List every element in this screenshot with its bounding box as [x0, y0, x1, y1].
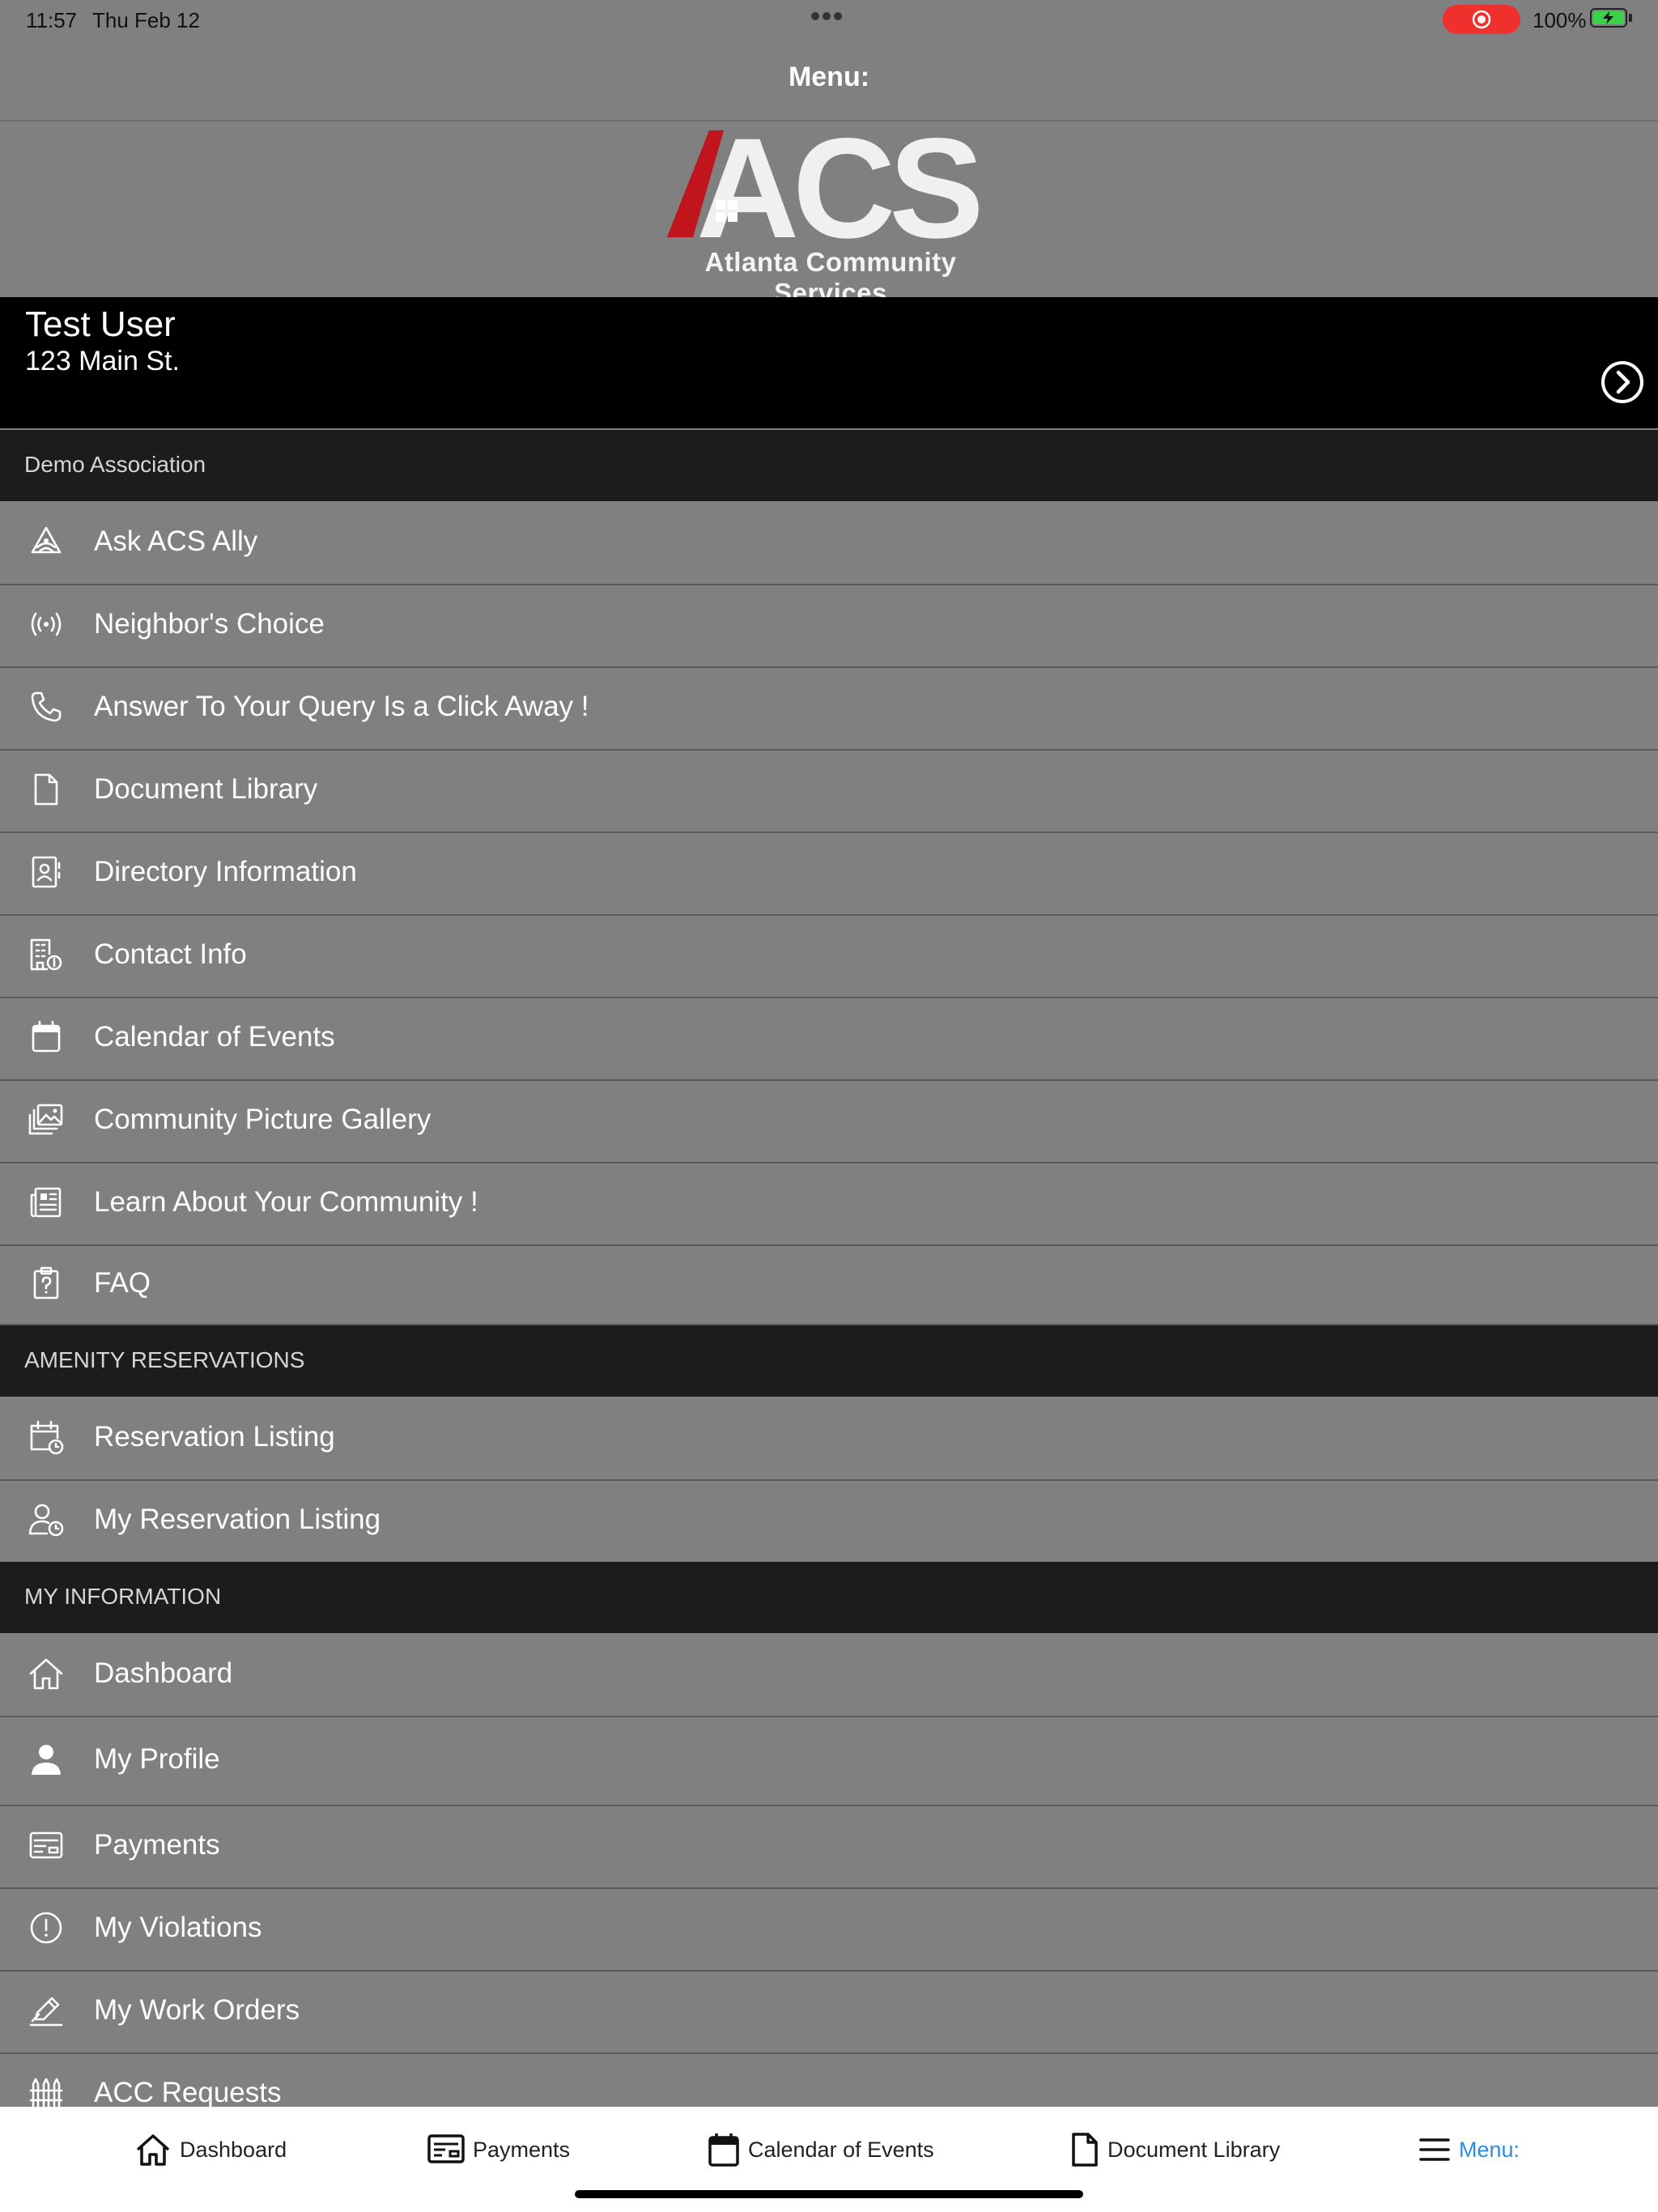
screen-recording-indicator[interactable] — [1443, 5, 1520, 34]
menu-item-label: My Reservation Listing — [94, 1504, 381, 1535]
menu-item-label: Document Library — [94, 773, 318, 805]
menu-item-answer-to-your-query-is-a-click-away[interactable]: Answer To Your Query Is a Click Away ! — [0, 668, 1658, 751]
tab-dashboard[interactable]: Dashboard — [134, 2129, 287, 2170]
menu-item-label: Directory Information — [94, 856, 357, 887]
menu-item-community-picture-gallery[interactable]: Community Picture Gallery — [0, 1081, 1658, 1163]
home-indicator[interactable] — [575, 2190, 1083, 2198]
acs-logo: ACS Atlanta Community Services — [664, 109, 997, 308]
section-header-label: MY INFORMATION — [24, 1584, 222, 1609]
menu-item-my-reservation-listing[interactable]: My Reservation Listing — [0, 1481, 1658, 1563]
section-header-label: Demo Association — [24, 452, 206, 477]
menu-item-directory-information[interactable]: Directory Information — [0, 833, 1658, 916]
clipboard-question-icon — [33, 1266, 59, 1300]
menu-item-label: FAQ — [94, 1267, 151, 1299]
user-name: Test User — [25, 304, 176, 344]
status-date: Thu Feb 12 — [92, 8, 200, 32]
chevron-right-circle-icon[interactable] — [1600, 359, 1645, 405]
calendar-icon — [708, 2133, 739, 2167]
user-address: 123 Main St. — [25, 346, 180, 376]
menu-icon — [1419, 2138, 1450, 2161]
menu-item-label: Dashboard — [94, 1657, 233, 1689]
building-info-icon — [30, 938, 62, 971]
battery-cap — [1629, 14, 1632, 22]
menu-item-label: Neighbor's Choice — [94, 608, 325, 640]
menu-item-label: Learn About Your Community ! — [94, 1186, 478, 1218]
header-divider — [0, 120, 1658, 121]
phone-icon — [31, 691, 62, 722]
menu-item-faq[interactable]: FAQ — [0, 1246, 1658, 1325]
menu-item-label: Calendar of Events — [94, 1021, 335, 1053]
tab-calendar-of-events[interactable]: Calendar of Events — [708, 2129, 934, 2170]
tab-label: Menu: — [1459, 2137, 1520, 2162]
menu-item-label: My Work Orders — [94, 1994, 300, 2026]
menu-item-label: Ask ACS Ally — [94, 525, 258, 557]
menu-item-calendar-of-events[interactable]: Calendar of Events — [0, 998, 1658, 1081]
ally-icon — [31, 526, 62, 554]
document-icon — [34, 773, 58, 806]
tab-label: Payments — [473, 2137, 571, 2162]
page-title: Menu: — [788, 62, 870, 92]
menu-item-label: My Profile — [94, 1743, 220, 1775]
user-panel[interactable]: Test User 123 Main St. — [0, 297, 1658, 428]
menu-item-label: Reservation Listing — [94, 1421, 335, 1453]
battery-icon — [1590, 8, 1627, 28]
menu-item-neighbor-s-choice[interactable]: Neighbor's Choice — [0, 585, 1658, 668]
menu-item-my-violations[interactable]: My Violations — [0, 1889, 1658, 1972]
tab-menu[interactable]: Menu: — [1418, 2129, 1520, 2170]
tab-label: Calendar of Events — [748, 2137, 934, 2162]
multitask-dots-icon[interactable] — [810, 10, 848, 26]
tab-payments[interactable]: Payments — [427, 2129, 570, 2170]
menu-item-dashboard[interactable]: Dashboard — [0, 1635, 1658, 1717]
home-icon — [136, 2134, 170, 2166]
menu-item-payments[interactable]: Payments — [0, 1806, 1658, 1889]
gallery-icon — [28, 1104, 63, 1135]
tab-label: Dashboard — [180, 2137, 287, 2162]
person-icon — [32, 1745, 61, 1775]
menu-item-label: Community Picture Gallery — [94, 1104, 432, 1135]
battery-percent: 100% — [1533, 8, 1587, 32]
broadcast-icon — [31, 612, 62, 636]
menu-item-my-work-orders[interactable]: My Work Orders — [0, 1972, 1658, 2054]
section-header-label: AMENITY RESERVATIONS — [24, 1347, 305, 1372]
menu-item-label: Answer To Your Query Is a Click Away ! — [94, 691, 589, 722]
section-header: AMENITY RESERVATIONS — [0, 1325, 1658, 1397]
calendar-clock-icon — [30, 1420, 64, 1455]
menu-item-label: Contact Info — [94, 938, 247, 970]
menu-item-my-profile[interactable]: My Profile — [0, 1717, 1658, 1806]
pencil-icon — [29, 1997, 63, 2027]
menu-item-label: My Violations — [94, 1912, 262, 1943]
menu-item-reservation-listing[interactable]: Reservation Listing — [0, 1398, 1658, 1481]
newspaper-icon — [30, 1187, 62, 1218]
section-header: Demo Association — [0, 430, 1658, 501]
payment-card-icon — [427, 2134, 465, 2163]
contact-card-icon — [32, 856, 61, 888]
menu-item-contact-info[interactable]: Contact Info — [0, 916, 1658, 998]
record-icon — [1472, 10, 1491, 29]
document-icon — [1072, 2133, 1098, 2167]
home-icon — [29, 1658, 63, 1690]
menu-item-document-library[interactable]: Document Library — [0, 751, 1658, 833]
svg-text:ACS: ACS — [696, 125, 979, 247]
tab-label: Document Library — [1107, 2137, 1281, 2162]
menu-item-ask-acs-ally[interactable]: Ask ACS Ally — [0, 503, 1658, 585]
alert-circle-icon — [30, 1912, 62, 1944]
calendar-icon — [32, 1020, 61, 1053]
section-header: MY INFORMATION — [0, 1562, 1658, 1633]
tab-document-library[interactable]: Document Library — [1070, 2129, 1280, 2170]
status-time: 11:57 — [26, 8, 78, 32]
menu-item-label: ACC Requests — [94, 2077, 282, 2108]
menu-item-label: Payments — [94, 1829, 220, 1861]
menu-item-learn-about-your-community[interactable]: Learn About Your Community ! — [0, 1163, 1658, 1246]
payment-card-icon — [29, 1831, 63, 1859]
user-clock-icon — [28, 1504, 64, 1537]
